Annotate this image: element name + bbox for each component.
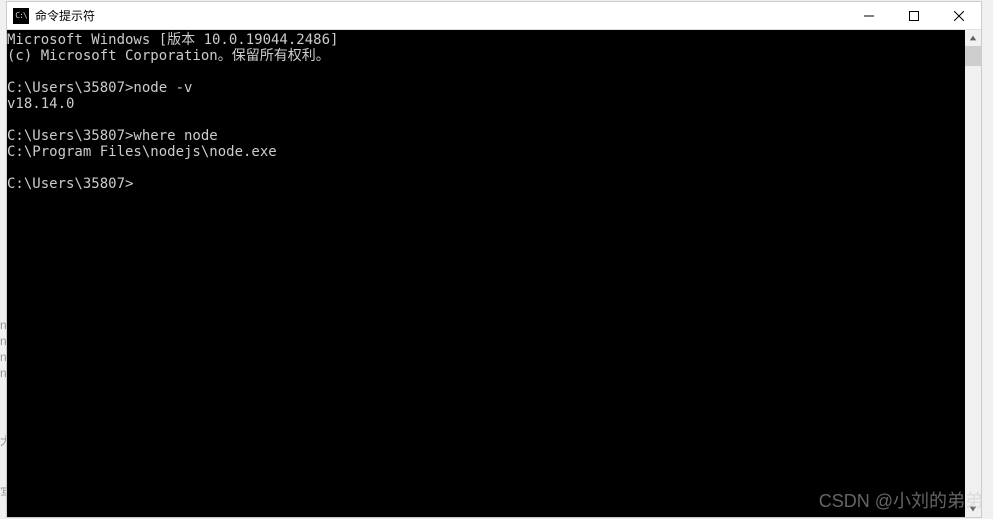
titlebar[interactable]: C:\ 命令提示符: [7, 2, 981, 30]
minimize-button[interactable]: [846, 2, 891, 29]
cmd-window: C:\ 命令提示符 Microsoft Windows [版本 10.0.190…: [6, 1, 982, 518]
minimize-icon: [864, 11, 874, 21]
chevron-down-icon: [969, 505, 977, 513]
vertical-scrollbar[interactable]: [965, 30, 981, 517]
maximize-button[interactable]: [891, 2, 936, 29]
close-button[interactable]: [936, 2, 981, 29]
scroll-up-button[interactable]: [965, 30, 981, 46]
scrollbar-thumb[interactable]: [965, 46, 981, 66]
scroll-down-button[interactable]: [965, 501, 981, 517]
scrollbar-track[interactable]: [965, 46, 981, 501]
terminal-area: Microsoft Windows [版本 10.0.19044.2486] (…: [7, 30, 981, 517]
cmd-icon: C:\: [13, 8, 29, 24]
maximize-icon: [909, 11, 919, 21]
terminal-output[interactable]: Microsoft Windows [版本 10.0.19044.2486] (…: [7, 30, 965, 517]
chevron-up-icon: [969, 34, 977, 42]
window-title: 命令提示符: [35, 7, 846, 24]
close-icon: [954, 11, 964, 21]
window-controls: [846, 2, 981, 29]
